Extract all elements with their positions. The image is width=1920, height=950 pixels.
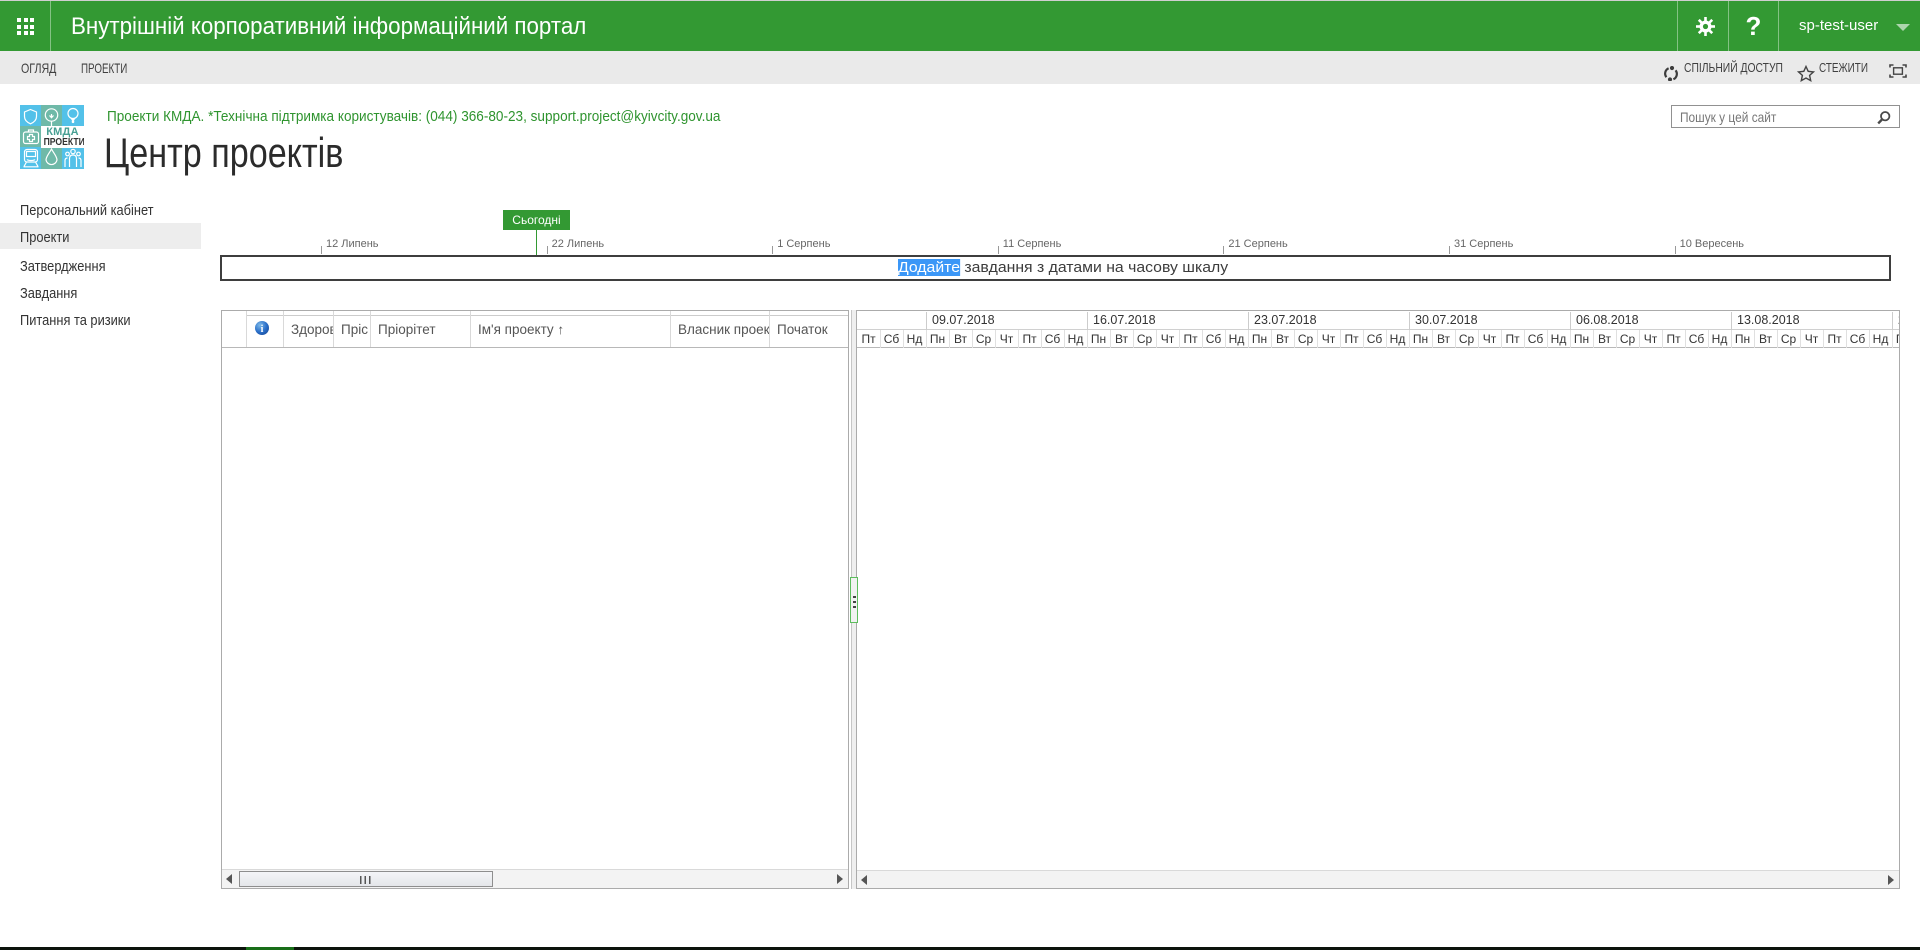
svg-text:i: i: [261, 324, 264, 335]
